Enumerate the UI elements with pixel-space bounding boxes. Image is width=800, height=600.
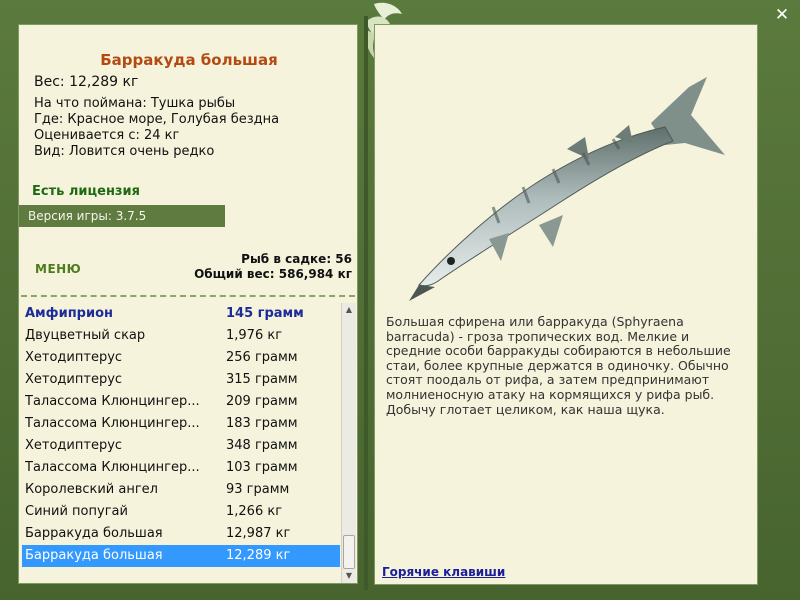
list-item[interactable]: Амфиприон 145 грамм [22,303,340,325]
fish-count-text: Рыб в садке: 56 [241,252,352,266]
close-icon[interactable]: ✕ [771,4,793,26]
caught-with-text: На что поймана: Тушка рыбы [34,96,236,111]
fish-description: Большая сфирена или барракуда (Sphyraena… [386,314,731,417]
license-status: Есть лицензия [32,184,140,199]
list-item-name: Хетодиптерус [25,350,123,365]
list-item-name: Хетодиптерус [25,438,123,453]
list-item-name: Синий попугай [25,504,128,519]
list-item-selected[interactable]: Барракуда большая 12,289 кг [22,545,340,567]
list-item-weight: 93 грамм [226,482,290,497]
list-item[interactable]: Хетодиптерус 256 грамм [22,347,340,369]
fish-weight: Вес: 12,289 кг [34,74,139,90]
list-item-weight: 209 грамм [226,394,298,409]
scrollbar-thumb[interactable] [343,535,355,569]
list-item-weight: 145 грамм [226,306,304,321]
list-item[interactable]: Хетодиптерус 348 грамм [22,435,340,457]
panel-divider [364,16,368,590]
valued-from-text: Оценивается с: 24 кг [34,128,180,143]
list-item[interactable]: Барракуда большая 12,987 кг [22,523,340,545]
fish-info-panel: Барракуда большая Вес: 12,289 кг На что … [18,24,358,584]
version-bar: Версия игры: 3.7.5 [19,205,225,227]
list-item-name: Амфиприон [25,306,114,321]
list-item-weight: 1,266 кг [226,504,283,519]
keepnet-stats: Рыб в садке: 56 Общий вес: 586,984 кг [194,252,352,282]
rarity-text: Вид: Ловится очень редко [34,144,215,159]
catch-list[interactable]: Амфиприон 145 грамм Двуцветный скар 1,97… [22,303,340,567]
chevron-up-icon[interactable]: ▲ [342,303,356,317]
list-item-name: Талассома Клюнцингер... [25,394,200,409]
list-item[interactable]: Королевский ангел 93 грамм [22,479,340,501]
list-item[interactable]: Двуцветный скар 1,976 кг [22,325,340,347]
hotkeys-link[interactable]: Горячие клавиши [382,565,505,579]
location-text: Где: Красное море, Голубая бездна [34,112,280,127]
list-item[interactable]: Хетодиптерус 315 грамм [22,369,340,391]
list-item-weight: 256 грамм [226,350,298,365]
menu-button[interactable]: МЕНЮ [35,262,81,276]
chevron-down-icon[interactable]: ▼ [342,569,356,583]
fish-detail-panel: Большая сфирена или барракуда (Sphyraena… [374,24,758,585]
list-item-weight: 183 грамм [226,416,298,431]
list-item-weight: 12,987 кг [226,526,291,541]
list-item-name: Барракуда большая [25,526,163,541]
list-item-name: Хетодиптерус [25,372,123,387]
list-item-name: Талассома Клюнцингер... [25,460,200,475]
dashed-divider [21,295,355,297]
list-item-weight: 103 грамм [226,460,298,475]
barracuda-image [409,77,725,301]
list-item-name: Барракуда большая [25,548,163,563]
total-weight-text: Общий вес: 586,984 кг [194,267,352,281]
list-item-weight: 348 грамм [226,438,298,453]
list-item[interactable]: Талассома Клюнцингер... 209 грамм [22,391,340,413]
list-item-weight: 1,976 кг [226,328,283,343]
list-item-name: Двуцветный скар [25,328,146,343]
list-item[interactable]: Талассома Клюнцингер... 103 грамм [22,457,340,479]
list-item-weight: 315 грамм [226,372,298,387]
list-item[interactable]: Синий попугай 1,266 кг [22,501,340,523]
list-item-weight: 12,289 кг [226,548,291,563]
list-item-name: Королевский ангел [25,482,158,497]
list-item-name: Талассома Клюнцингер... [25,416,200,431]
list-scrollbar[interactable]: ▲ ▼ [341,303,356,583]
list-item[interactable]: Талассома Клюнцингер... 183 грамм [22,413,340,435]
fish-name-title: Барракуда большая [100,51,278,69]
